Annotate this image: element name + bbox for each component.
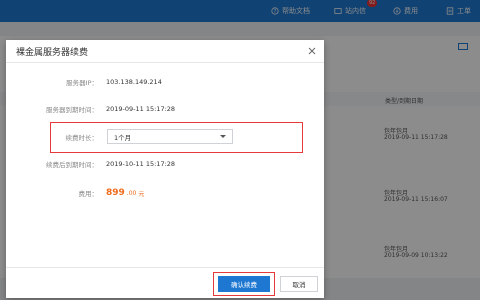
expire-time-label: 服务器到期时间： (46, 106, 98, 114)
cost-label: 费用： (78, 190, 99, 198)
server-ip-row: 服务器IP： 103.138.149.214 (6, 75, 324, 89)
expire-time-row: 服务器到期时间： 2019-09-11 15:17:28 (6, 102, 324, 116)
duration-select[interactable]: 1个月 (107, 129, 233, 144)
duration-label: 续费时长： (65, 134, 99, 142)
duration-selected-value: 1个月 (114, 133, 132, 142)
new-expire-row: 续费后到期时间： 2019-10-11 15:17:28 (6, 157, 324, 171)
cost-unit: 元 (138, 190, 145, 198)
expire-time-value: 2019-09-11 15:17:28 (106, 105, 176, 113)
dialog-header: 裸金属服务器续费 (6, 40, 324, 63)
renew-dialog: 裸金属服务器续费 服务器IP： 103.138.149.214 服务器到期时间：… (6, 40, 324, 298)
cost-row: 费用： 899 .00 元 (6, 186, 324, 200)
new-expire-value: 2019-10-11 15:17:28 (106, 160, 176, 168)
chevron-down-icon (220, 135, 226, 138)
dialog-footer: 确认续费 取消 (6, 267, 324, 298)
close-icon[interactable] (308, 47, 316, 55)
server-ip-value: 103.138.149.214 (106, 78, 162, 86)
new-expire-label: 续费后到期时间： (46, 161, 98, 169)
cost-value: 899 (106, 188, 125, 198)
dialog-title: 裸金属服务器续费 (16, 47, 89, 58)
server-ip-label: 服务器IP： (66, 79, 98, 87)
confirm-renew-button[interactable]: 确认续费 (218, 276, 270, 292)
cancel-button[interactable]: 取消 (280, 276, 318, 292)
cost-decimal: .00 (126, 189, 137, 197)
